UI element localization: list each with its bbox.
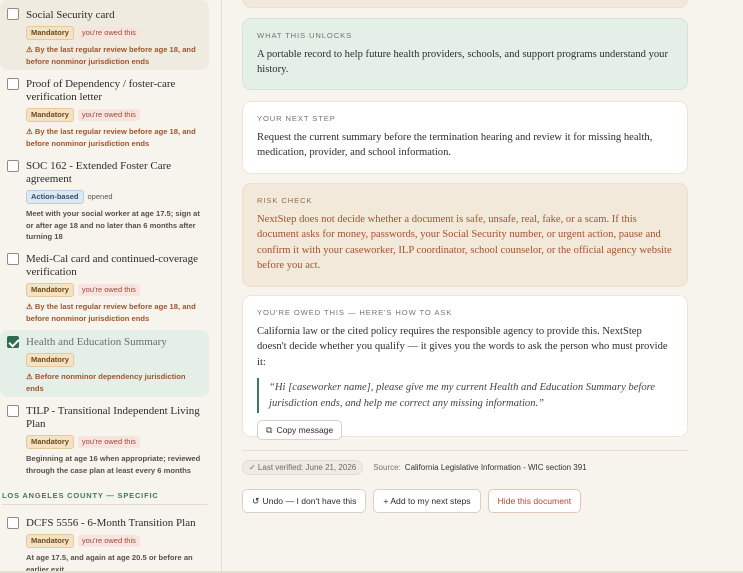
- deadline-note: At age 17.5, and again at age 20.5 or be…: [26, 553, 193, 573]
- doc-item-tilp[interactable]: TILP - Transitional Independent Living P…: [0, 399, 209, 479]
- card-label: WHAT THIS UNLOCKS: [257, 31, 353, 40]
- risk-check-card: RISK CHECK NextStep does not decide whet…: [242, 183, 688, 287]
- document-sidebar: Social Security card Mandatory you're ow…: [0, 0, 222, 573]
- doc-checkbox[interactable]: [7, 517, 19, 529]
- doc-checkbox[interactable]: [7, 78, 19, 90]
- owed-badge: you're owed this: [77, 535, 140, 547]
- copy-icon: ⧉: [266, 424, 273, 435]
- mandatory-badge: Mandatory: [26, 26, 74, 40]
- verification-row: ✓ Last verified: June 21, 2026 Source: C…: [242, 460, 587, 475]
- next-step-card: YOUR NEXT STEP Request the current summa…: [242, 101, 688, 174]
- owed-badge: you're owed this: [77, 27, 140, 39]
- opened-status: opened: [87, 192, 113, 201]
- source-link[interactable]: California Legislative Information - WIC…: [405, 463, 587, 472]
- document-detail: WHAT THIS UNLOCKS A portable record to h…: [223, 0, 743, 573]
- doc-title: Social Security card: [26, 9, 115, 21]
- risk-check-text: NextStep does not decide whether a docum…: [257, 214, 672, 272]
- owed-badge: you're owed this: [77, 284, 140, 296]
- deadline-note: ⚠ By the last regular review before age …: [26, 302, 196, 323]
- doc-title: DCFS 5556 - 6-Month Transition Plan: [26, 517, 196, 529]
- undo-label: Undo — I don't have this: [262, 496, 357, 506]
- doc-item-medi-cal[interactable]: Medi-Cal card and continued-coverage ver…: [0, 247, 209, 325]
- next-step-text: Request the current summary before the t…: [257, 132, 653, 159]
- add-to-next-steps-button[interactable]: + Add to my next steps: [373, 489, 481, 513]
- doc-checkbox[interactable]: [7, 160, 19, 172]
- document-actions: ↺ Undo — I don't have this + Add to my n…: [242, 489, 582, 513]
- request-message-quote: “Hi [caseworker name], please give me my…: [257, 378, 673, 414]
- doc-item-proof-of-dependency[interactable]: Proof of Dependency / foster-care verifi…: [0, 72, 209, 152]
- doc-item-health-education-summary[interactable]: Health and Education Summary Mandatory ⚠…: [0, 330, 209, 397]
- doc-item-soc-162[interactable]: SOC 162 - Extended Foster Care agreement…: [0, 154, 209, 242]
- doc-title: Medi-Cal card and continued-coverage ver…: [26, 253, 198, 278]
- doc-item-dcfs-5556[interactable]: DCFS 5556 - 6-Month Transition Plan Mand…: [0, 511, 209, 573]
- owed-text: California law or the cited policy requi…: [257, 326, 668, 368]
- section-label-los-angeles: LOS ANGELES COUNTY — SPECIFIC: [2, 491, 159, 500]
- action-based-badge: Action-based: [26, 190, 84, 204]
- doc-checkbox[interactable]: [7, 405, 19, 417]
- last-verified-badge: ✓ Last verified: June 21, 2026: [242, 460, 364, 475]
- mandatory-badge: Mandatory: [26, 108, 74, 122]
- deadline-note: ⚠ By the last regular review before age …: [26, 45, 196, 66]
- hide-document-button[interactable]: Hide this document: [487, 489, 582, 513]
- section-divider: [2, 504, 207, 505]
- copy-message-button[interactable]: ⧉ Copy message: [257, 420, 343, 441]
- doc-title: Proof of Dependency / foster-care verifi…: [26, 78, 176, 103]
- doc-checkbox-checked[interactable]: [7, 336, 19, 348]
- card-label: YOUR NEXT STEP: [257, 114, 336, 123]
- mandatory-badge: Mandatory: [26, 353, 74, 367]
- mandatory-badge: Mandatory: [26, 283, 74, 297]
- unlocks-text: A portable record to help future health …: [257, 49, 668, 76]
- previous-card-edge: [242, 0, 688, 8]
- doc-title: TILP - Transitional Independent Living P…: [26, 405, 200, 430]
- owed-card: YOU'RE OWED THIS — HERE'S HOW TO ASK Cal…: [242, 295, 688, 441]
- unlocks-card: WHAT THIS UNLOCKS A portable record to h…: [242, 18, 688, 90]
- mandatory-badge: Mandatory: [26, 435, 74, 449]
- undo-icon: ↺: [252, 495, 260, 506]
- deadline-note: Meet with your social worker at age 17.5…: [26, 209, 200, 241]
- card-label: YOU'RE OWED THIS — HERE'S HOW TO ASK: [257, 308, 453, 317]
- source-label: Source:: [373, 463, 401, 472]
- doc-item-social-security-card[interactable]: Social Security card Mandatory you're ow…: [0, 0, 209, 70]
- doc-title: SOC 162 - Extended Foster Care agreement: [26, 160, 172, 185]
- doc-title: Health and Education Summary: [26, 336, 167, 348]
- doc-checkbox[interactable]: [7, 8, 19, 20]
- footer-divider: [242, 450, 688, 451]
- owed-badge: you're owed this: [77, 109, 140, 121]
- copy-message-label: Copy message: [276, 425, 334, 436]
- deadline-note: ⚠ Before nonminor dependency jurisdictio…: [26, 372, 186, 393]
- doc-checkbox[interactable]: [7, 253, 19, 265]
- card-label: RISK CHECK: [257, 196, 313, 205]
- deadline-note: Beginning at age 16 when appropriate; re…: [26, 454, 201, 475]
- deadline-note: ⚠ By the last regular review before age …: [26, 127, 196, 148]
- mandatory-badge: Mandatory: [26, 534, 74, 548]
- undo-button[interactable]: ↺ Undo — I don't have this: [242, 489, 367, 513]
- owed-badge: you're owed this: [77, 436, 140, 448]
